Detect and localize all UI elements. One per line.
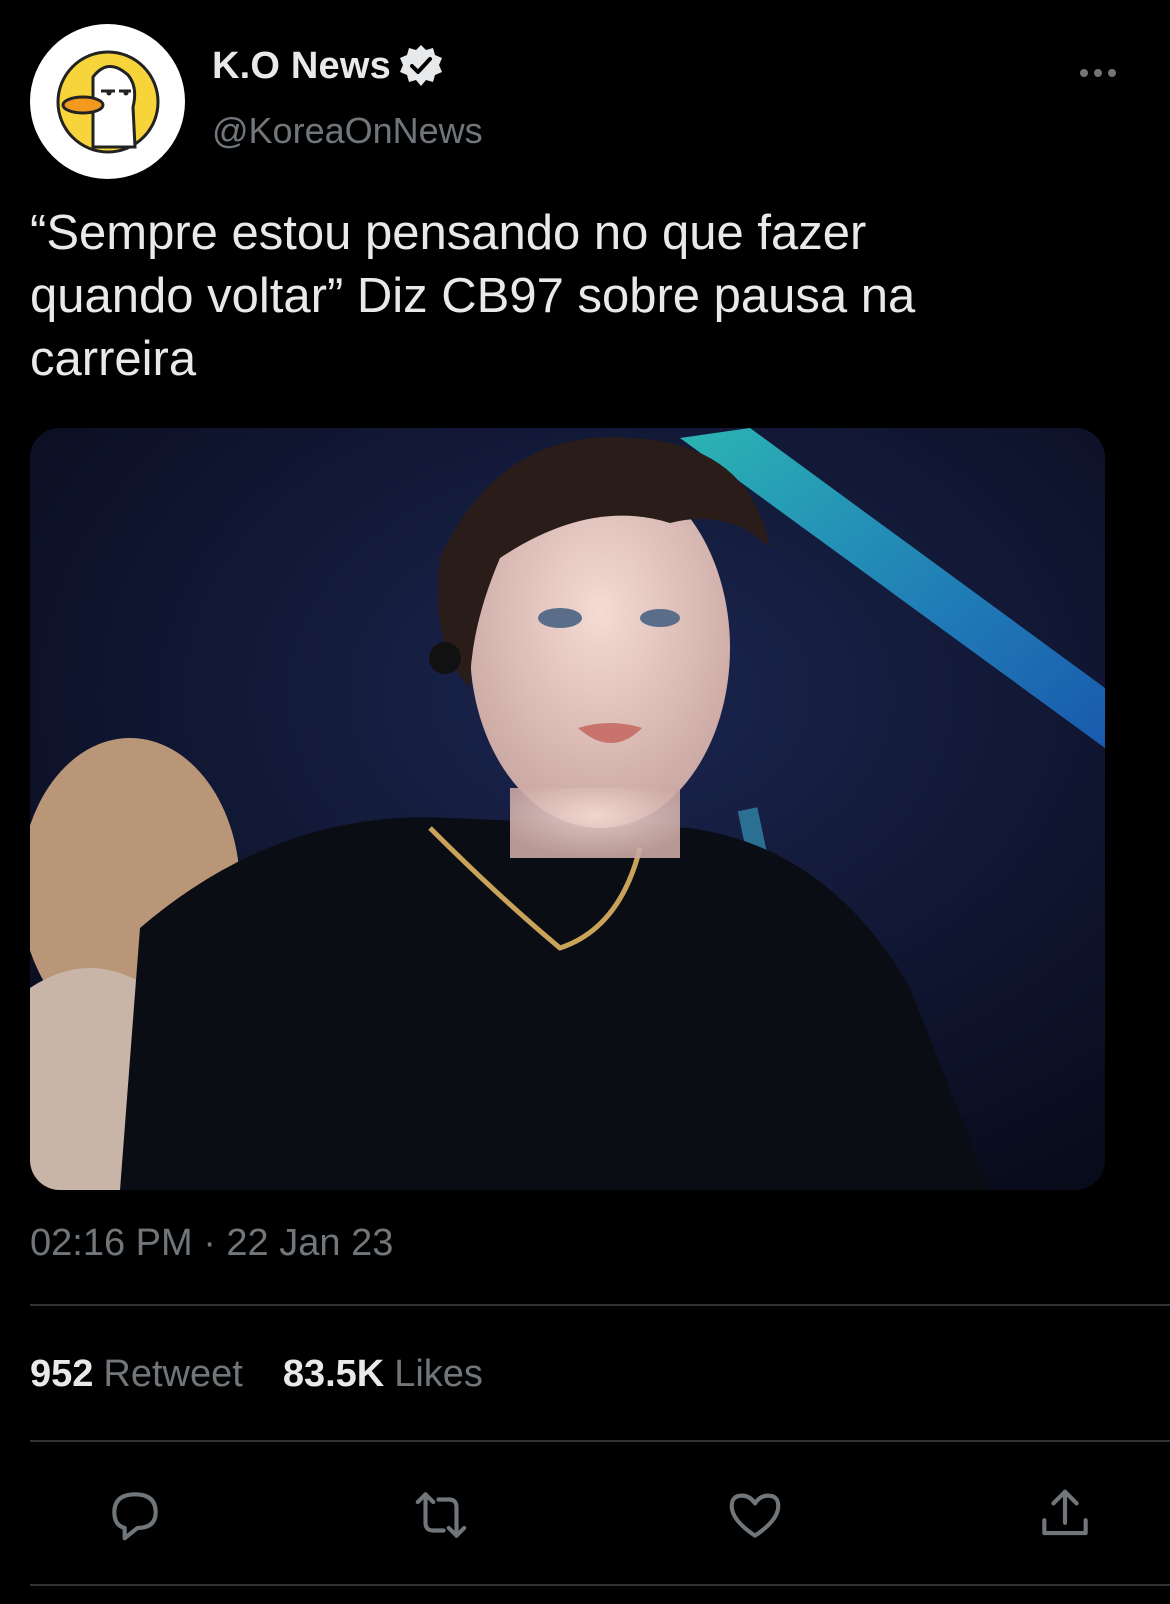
heart-icon <box>729 1493 781 1538</box>
tweet-detail: K.O News @KoreaOnNews “Sempre estou pens… <box>0 0 1170 1604</box>
more-dot-icon <box>1080 69 1088 77</box>
reply-icon <box>112 1492 158 1541</box>
share-button[interactable] <box>1020 1470 1110 1560</box>
display-name[interactable]: K.O News <box>212 45 391 88</box>
divider <box>30 1304 1170 1306</box>
more-dot-icon <box>1094 69 1102 77</box>
share-icon <box>1042 1489 1088 1536</box>
more-dot-icon <box>1108 69 1116 77</box>
divider <box>30 1584 1170 1586</box>
tweet-photo[interactable] <box>30 428 1105 1190</box>
retweet-count: 952 <box>30 1353 94 1395</box>
more-options-button[interactable] <box>1070 58 1126 88</box>
engagement-stats: 952 Retweet 83.5K Likes <box>30 1353 483 1396</box>
tweet-text: “Sempre estou pensando no que fazer quan… <box>30 206 916 386</box>
author-handle[interactable]: @KoreaOnNews <box>212 110 483 152</box>
retweet-button[interactable] <box>396 1470 486 1560</box>
likes-stat[interactable]: 83.5K Likes <box>283 1353 483 1396</box>
tweet-timestamp[interactable]: 02:16 PM · 22 Jan 23 <box>30 1222 393 1265</box>
duck-avatar-icon <box>56 50 159 153</box>
reply-button[interactable] <box>90 1470 180 1560</box>
action-bar <box>0 1470 1170 1560</box>
verified-badge-icon <box>399 45 442 86</box>
retweet-stat[interactable]: 952 Retweet <box>30 1353 243 1396</box>
concert-photo <box>30 428 1105 1190</box>
like-button[interactable] <box>710 1470 800 1560</box>
profile-avatar[interactable] <box>30 24 185 179</box>
retweet-label: Retweet <box>103 1353 243 1395</box>
likes-label: Likes <box>394 1353 483 1395</box>
divider <box>30 1440 1170 1442</box>
author-name-row[interactable]: K.O News <box>212 42 445 90</box>
retweet-icon <box>415 1492 467 1538</box>
likes-count: 83.5K <box>282 1353 385 1395</box>
